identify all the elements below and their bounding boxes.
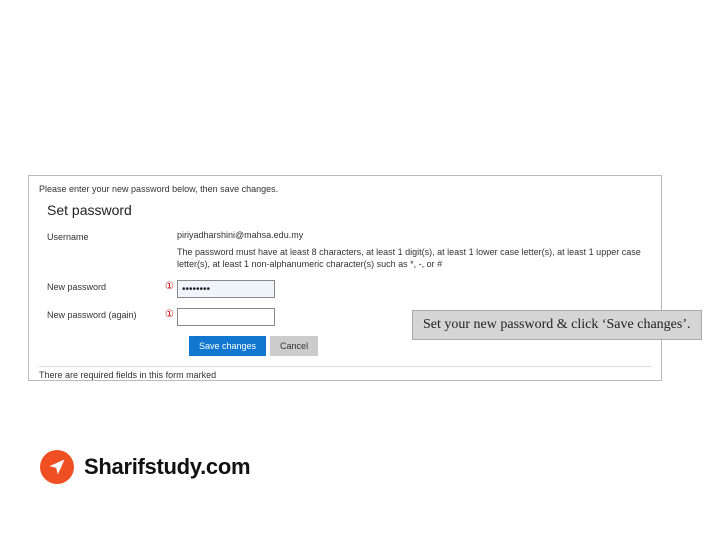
page-title: Set password [47,202,651,218]
username-row: Username piriyadharshini@mahsa.edu.my Th… [39,230,651,270]
instruction-callout: Set your new password & click ‘Save chan… [412,310,702,340]
new-password-label: New password [39,280,165,292]
new-password-again-label: New password (again) [39,308,165,320]
password-hint: The password must have at least 8 charac… [177,246,651,270]
required-icon: ① [165,308,177,320]
instruction-text: Please enter your new password below, th… [39,184,651,194]
username-value: piriyadharshini@mahsa.edu.my [177,230,651,240]
username-label: Username [39,230,165,242]
brand-name: Sharifstudy.com [84,454,250,480]
brand-send-icon [40,450,74,484]
required-icon: ① [165,280,177,292]
required-note: There are required fields in this form m… [29,367,661,380]
new-password-input[interactable] [177,280,275,298]
cancel-button[interactable]: Cancel [270,336,318,356]
new-password-row: New password ① [39,280,651,298]
save-changes-button[interactable]: Save changes [189,336,266,356]
new-password-again-input[interactable] [177,308,275,326]
set-password-panel: Please enter your new password below, th… [28,175,662,381]
brand: Sharifstudy.com [40,450,250,484]
